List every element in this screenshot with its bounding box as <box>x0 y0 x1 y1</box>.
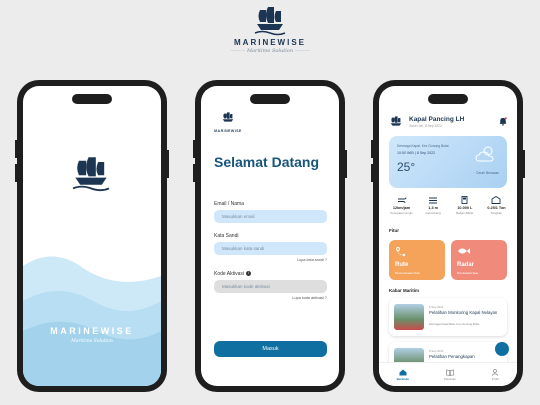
bottom-tab-bar: Beranda Panduan Profil <box>379 362 517 386</box>
password-field[interactable]: Masukkan kata sandi <box>214 242 327 255</box>
tab-guide[interactable]: Panduan <box>444 369 456 381</box>
stat-wave: 1,3 m Gelombang <box>419 196 448 215</box>
activation-label: Kode Aktivasi i <box>214 271 252 277</box>
notch <box>72 94 112 104</box>
ship-logo-icon <box>254 7 286 36</box>
route-icon <box>396 247 406 257</box>
stat-cargo: 0.25/1 Ton Tangkap <box>482 196 511 215</box>
fish-icon <box>458 248 470 254</box>
weather-temperature: 25° <box>397 160 416 174</box>
wave-icon <box>429 197 438 204</box>
stat-fuel: 10.000 L Bahan Bakar <box>450 196 479 215</box>
stat-wind: 12km/jam Kecepatan Angin <box>387 196 416 215</box>
notch <box>250 94 290 104</box>
news-title: Kabar Maritim <box>389 288 420 293</box>
phone-splash: MARINEWISE Maritime Solution <box>15 80 169 392</box>
ship-logo-icon <box>390 116 402 126</box>
book-icon <box>446 369 454 376</box>
login-button[interactable]: Masuk <box>214 341 327 357</box>
news-card[interactable]: 8 Sep 2022 Pelatihan Monitoring Kapal Ne… <box>389 298 507 336</box>
news-location: Dermaga Kapal Batu, Kec Gunung Bulat <box>429 322 480 326</box>
fuel-icon <box>461 196 468 204</box>
brand-tagline: ——— Maritime Solution ——— <box>230 48 310 54</box>
weather-time: 10:50 WIB | 8 Sep 2022 <box>397 151 436 155</box>
password-label: Kata Sandi <box>214 233 239 239</box>
tab-profile[interactable]: Profil <box>491 368 499 381</box>
activation-code-field[interactable]: Masukkan kode aktivasi <box>214 280 327 293</box>
splash-tagline: Maritime Solution <box>71 339 113 344</box>
notch <box>428 94 468 104</box>
ship-logo-icon <box>222 112 234 122</box>
stats-row: 12km/jam Kecepatan Angin 1,3 m Gelombang… <box>387 196 511 215</box>
chat-fab-button[interactable] <box>495 342 509 356</box>
login-screen: MARINEWISE Selamat Datang Email / Nama M… <box>201 86 339 386</box>
dashboard-screen: Kapal Pancing LH Senin Sel, 8 Sep 2022 D… <box>379 86 517 386</box>
user-icon <box>492 368 499 376</box>
wind-icon <box>397 197 406 204</box>
forgot-password-link[interactable]: Lupa kata sandi ? <box>297 258 327 262</box>
home-icon <box>399 369 407 375</box>
login-logo-text: MARINEWISE <box>214 129 242 133</box>
splash-brand-name: MARINEWISE <box>50 326 134 336</box>
bell-icon[interactable] <box>499 117 507 126</box>
email-field[interactable]: Masukkan email <box>214 210 327 223</box>
feature-route-card[interactable]: Rute Perencanaan Rute <box>389 240 445 280</box>
login-logo: MARINEWISE <box>213 111 243 133</box>
login-title: Selamat Datang <box>214 154 320 170</box>
dashboard-date: Senin Sel, 8 Sep 2022 <box>409 124 442 128</box>
weather-card[interactable]: Dermaga Kapal, Kec Gunung Bulat 10:50 WI… <box>389 136 507 188</box>
splash-screen: MARINEWISE Maritime Solution <box>23 86 161 386</box>
vessel-name: Kapal Pancing LH <box>409 116 465 123</box>
features-title: Fitur <box>389 228 399 233</box>
email-label: Email / Nama <box>214 201 245 207</box>
tab-home[interactable]: Beranda <box>397 369 409 381</box>
phone-dashboard: Kapal Pancing LH Senin Sel, 8 Sep 2022 D… <box>371 80 525 392</box>
info-icon[interactable]: i <box>246 271 252 277</box>
news-thumbnail <box>394 304 424 330</box>
feature-radar-card[interactable]: Radar Pendeteksi Ikan <box>451 240 507 280</box>
wave-background <box>23 256 161 386</box>
phone-login: MARINEWISE Selamat Datang Email / Nama M… <box>193 80 347 392</box>
ship-logo-icon <box>72 157 110 192</box>
news-headline: Pelatihan Monitoring Kapal Nelayan <box>429 310 498 315</box>
forgot-code-link[interactable]: Lupa kode aktivasi ? <box>292 296 327 300</box>
news-headline: Pelatihan Penangkapan <box>429 354 475 359</box>
brand-header: MARINEWISE ——— Maritime Solution ——— <box>0 6 540 54</box>
weather-condition: Cerah Berawan <box>476 171 499 175</box>
brand-name: MARINEWISE <box>234 38 306 47</box>
cargo-icon <box>492 196 501 204</box>
weather-location: Dermaga Kapal, Kec Gunung Bulat <box>397 144 449 148</box>
partly-cloudy-icon <box>475 146 494 162</box>
dashboard-header: Kapal Pancing LH Senin Sel, 8 Sep 2022 <box>379 110 517 132</box>
